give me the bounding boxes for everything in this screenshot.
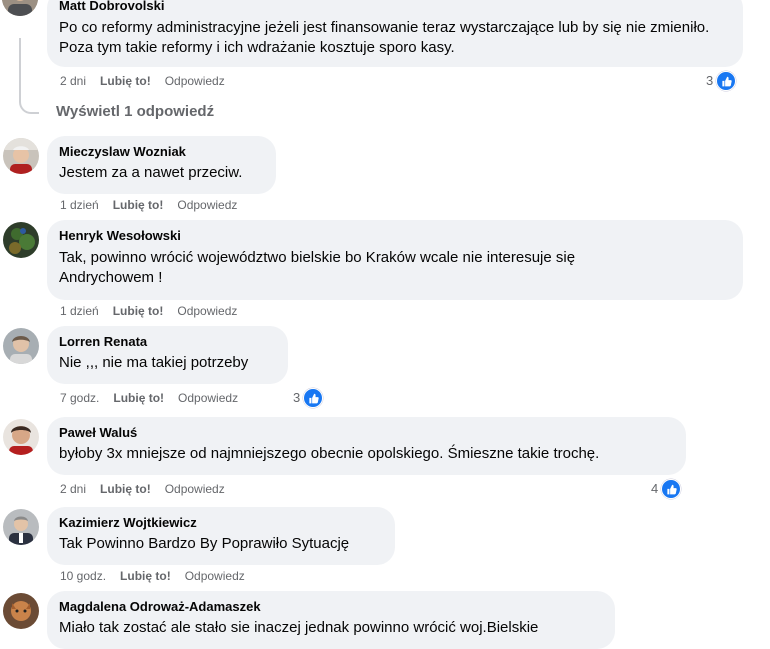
comment-time[interactable]: 1 dzień xyxy=(60,198,99,212)
reaction-summary[interactable]: 3 xyxy=(293,388,324,408)
like-button[interactable]: Lubię to! xyxy=(100,74,151,88)
comment-text: Miało tak zostać ale stało sie inaczej j… xyxy=(59,619,539,636)
comment-author[interactable]: Mieczyslaw Wozniak xyxy=(59,144,264,160)
like-reaction-icon xyxy=(716,71,737,91)
comment-text: Po co reformy administracyjne jeżeli jes… xyxy=(59,19,710,56)
comment-bubble: Magdalena Odroważ-Adamaszek Miało tak zo… xyxy=(47,591,615,649)
avatar[interactable] xyxy=(3,509,39,545)
comment-time[interactable]: 2 dni xyxy=(60,74,86,88)
comment-actions: 2 dni Lubię to! Odpowiedz xyxy=(60,481,239,497)
reply-button[interactable]: Odpowiedz xyxy=(177,198,237,212)
comment-text: byłoby 3x mniejsze od najmniejszego obec… xyxy=(59,445,600,462)
comment-bubble: Mieczyslaw Wozniak Jestem za a nawet prz… xyxy=(47,136,276,194)
like-button[interactable]: Lubię to! xyxy=(113,198,164,212)
like-reaction-icon xyxy=(303,388,324,408)
comment-actions: 10 godz. Lubię to! Odpowiedz xyxy=(60,568,259,584)
comment-author[interactable]: Magdalena Odroważ-Adamaszek xyxy=(59,599,603,615)
comment-text: Nie ,,, nie ma takiej potrzeby xyxy=(59,354,249,371)
like-button[interactable]: Lubię to! xyxy=(100,482,151,496)
comment-bubble: Lorren Renata Nie ,,, nie ma takiej potr… xyxy=(47,326,288,384)
comment-actions: 1 dzień Lubię to! Odpowiedz xyxy=(60,303,251,319)
avatar[interactable] xyxy=(3,328,39,364)
comment-text: Tak, powinno wrócić województwo bielskie… xyxy=(59,249,576,286)
comment-actions: 2 dni Lubię to! Odpowiedz xyxy=(60,73,239,89)
reaction-count: 4 xyxy=(651,481,659,496)
comment-author[interactable]: Lorren Renata xyxy=(59,334,276,350)
comment-actions: 1 dzień Lubię to! Odpowiedz xyxy=(60,197,251,213)
reaction-summary[interactable]: 3 xyxy=(706,71,737,91)
comment-time[interactable]: 7 godz. xyxy=(60,391,99,405)
comment-time[interactable]: 2 dni xyxy=(60,482,86,496)
avatar[interactable] xyxy=(3,593,39,629)
avatar[interactable] xyxy=(2,0,38,16)
comment-author[interactable]: Kazimierz Wojtkiewicz xyxy=(59,515,383,531)
comment-time[interactable]: 10 godz. xyxy=(60,569,106,583)
comment-time[interactable]: 1 dzień xyxy=(60,304,99,318)
reply-button[interactable]: Odpowiedz xyxy=(165,482,225,496)
avatar[interactable] xyxy=(3,222,39,258)
comment-bubble: Kazimierz Wojtkiewicz Tak Powinno Bardzo… xyxy=(47,507,395,565)
comment-author[interactable]: Henryk Wesołowski xyxy=(59,228,731,244)
like-button[interactable]: Lubię to! xyxy=(120,569,171,583)
reply-button[interactable]: Odpowiedz xyxy=(185,569,245,583)
comment-text: Tak Powinno Bardzo By Poprawiło Sytuację xyxy=(59,535,350,552)
reply-button[interactable]: Odpowiedz xyxy=(178,391,238,405)
comment-author[interactable]: Paweł Waluś xyxy=(59,425,674,441)
like-button[interactable]: Lubię to! xyxy=(113,391,164,405)
avatar[interactable] xyxy=(3,138,39,174)
reply-button[interactable]: Odpowiedz xyxy=(165,74,225,88)
comment-text: Jestem za a nawet przeciw. xyxy=(59,164,243,181)
comment-bubble: Paweł Waluś byłoby 3x mniejsze od najmni… xyxy=(47,417,686,475)
avatar[interactable] xyxy=(3,419,39,455)
view-replies-link[interactable]: Wyświetl 1 odpowiedź xyxy=(56,103,214,120)
comment-author[interactable]: Matt Dobrovolski xyxy=(59,0,731,14)
comment-bubble: Henryk Wesołowski Tak, powinno wrócić wo… xyxy=(47,220,743,300)
comment-bubble: Matt Dobrovolski Po co reformy administr… xyxy=(47,0,743,67)
reaction-count: 3 xyxy=(706,73,714,88)
like-reaction-icon xyxy=(661,479,682,499)
comment-actions: 7 godz. Lubię to! Odpowiedz xyxy=(60,390,252,406)
reaction-count: 3 xyxy=(293,390,301,405)
like-button[interactable]: Lubię to! xyxy=(113,304,164,318)
thread-connector xyxy=(19,38,39,114)
reply-button[interactable]: Odpowiedz xyxy=(177,304,237,318)
reaction-summary[interactable]: 4 xyxy=(651,479,682,499)
